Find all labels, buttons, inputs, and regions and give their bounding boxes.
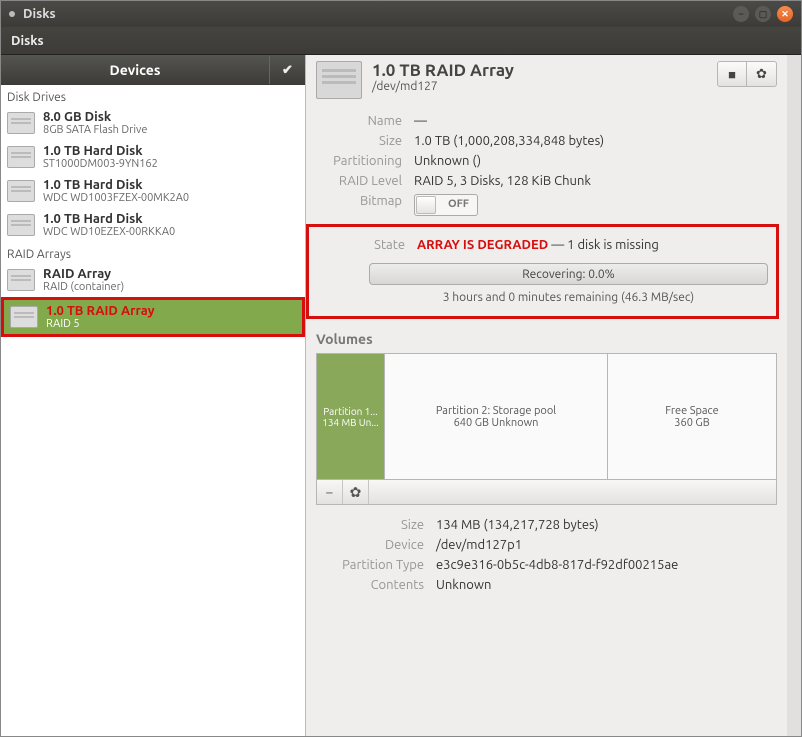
gear-icon: ✿ [756,67,767,82]
label-vol-device: Device [316,538,436,552]
gear-small-icon: ✿ [350,484,362,501]
disk-icon [7,180,35,202]
volumes-header: Volumes [316,331,777,347]
check-icon: ✔ [282,63,293,78]
label-raid-level: RAID Level [316,174,414,188]
bitmap-switch[interactable]: OFF [414,194,478,216]
volume-block-free[interactable]: Free Space 360 GB [608,354,776,479]
subheader-title: Disks [11,34,44,48]
maximize-button[interactable]: ▢ [755,6,771,22]
raid-item-selected[interactable]: 1.0 TB RAID Array RAID 5 [4,300,302,334]
raid-item[interactable]: RAID Array RAID (container) [1,263,305,297]
volume-block-partition1[interactable]: Partition 1... 134 MB Un... [317,354,385,479]
value-name: — [414,114,777,128]
recover-remaining: 3 hours and 0 minutes remaining (46.3 MB… [369,291,768,304]
label-vol-size: Size [316,518,436,532]
window-buttons: – ▢ ✕ [733,6,793,22]
device-title: 1.0 TB RAID Array [46,304,155,318]
device-subtitle: ST1000DM003-9YN162 [43,158,158,170]
label-bitmap: Bitmap [316,194,414,208]
devices-panel: Devices ✔ Disk Drives 8.0 GB Disk 8GB SA… [1,55,306,736]
raid-big-icon [316,61,362,99]
devices-check-button[interactable]: ✔ [269,56,305,84]
value-contents: Unknown [436,578,777,592]
device-item[interactable]: 8.0 GB Disk 8GB SATA Flash Drive [1,106,305,140]
stop-icon: ■ [728,67,736,82]
disk-icon [7,214,35,236]
value-partitioning: Unknown () [414,154,777,168]
page-title: 1.0 TB RAID Array [372,61,707,80]
state-annotation-box: State ARRAY IS DEGRADED — 1 disk is miss… [306,224,779,319]
device-item[interactable]: 1.0 TB Hard Disk WDC WD10EZEX-00RKKA0 [1,208,305,242]
section-raid-arrays: RAID Arrays [1,242,305,263]
details-panel: 1.0 TB RAID Array /dev/md127 ■ ✿ Name — [306,55,787,736]
state-missing-text: — 1 disk is missing [548,238,659,252]
stop-button[interactable]: ■ [717,61,747,87]
app-window: Disks – ▢ ✕ Disks Devices ✔ Disk Drives … [0,0,802,737]
app-menu-icon[interactable] [9,11,15,17]
devices-header: Devices ✔ [1,55,305,85]
state-degraded-text: ARRAY IS DEGRADED [417,238,548,252]
device-item[interactable]: 1.0 TB Hard Disk WDC WD1003FZEX-00MK2A0 [1,174,305,208]
device-subtitle: RAID (container) [43,281,124,293]
device-item[interactable]: 1.0 TB Hard Disk ST1000DM003-9YN162 [1,140,305,174]
settings-button[interactable]: ✿ [747,61,777,87]
volume-block-partition2[interactable]: Partition 2: Storage pool 640 GB Unknown [385,354,608,479]
app-subheader: Disks [1,27,801,55]
device-subtitle: WDC WD1003FZEX-00MK2A0 [43,192,189,204]
titlebar[interactable]: Disks – ▢ ✕ [1,1,801,27]
raid-icon [7,269,35,291]
label-size: Size [316,134,414,148]
recover-progress-label: Recovering: 0.0% [522,268,615,281]
label-contents: Contents [316,578,436,592]
label-partition-type: Partition Type [316,558,436,572]
disk-icon [7,112,35,134]
device-title: RAID Array [43,267,124,281]
switch-label: OFF [448,198,469,210]
volumes-toolbar: − ✿ [316,479,777,505]
highlighted-selection-annotation: 1.0 TB RAID Array RAID 5 [1,297,305,337]
minimize-button[interactable]: – [733,6,749,22]
label-state: State [319,238,417,252]
disk-icon [7,146,35,168]
value-partition-type: e3c9e316-0b5c-4db8-817d-f92df00215ae [436,558,777,572]
device-title: 1.0 TB Hard Disk [43,212,175,226]
window-title: Disks [23,7,733,21]
label-name: Name [316,114,414,128]
content-row: Devices ✔ Disk Drives 8.0 GB Disk 8GB SA… [1,55,801,736]
value-size: 1.0 TB (1,000,208,334,848 bytes) [414,134,777,148]
section-disk-drives: Disk Drives [1,85,305,106]
device-title: 8.0 GB Disk [43,110,147,124]
value-raid-level: RAID 5, 3 Disks, 128 KiB Chunk [414,174,777,188]
device-subtitle: RAID 5 [46,318,155,330]
raid-icon [10,306,38,328]
device-subtitle: 8GB SATA Flash Drive [43,124,147,136]
value-vol-size: 134 MB (134,217,728 bytes) [436,518,777,532]
device-title: 1.0 TB Hard Disk [43,178,189,192]
label-partitioning: Partitioning [316,154,414,168]
minus-icon: − [326,484,334,500]
volumes-chart: Partition 1... 134 MB Un... Partition 2:… [316,353,777,505]
device-title: 1.0 TB Hard Disk [43,144,158,158]
recover-progress: Recovering: 0.0% [369,263,768,285]
device-path: /dev/md127 [372,80,707,93]
devices-header-label: Devices [1,62,269,78]
device-subtitle: WDC WD10EZEX-00RKKA0 [43,226,175,238]
volume-settings-button[interactable]: ✿ [343,480,369,504]
close-button[interactable]: ✕ [777,6,793,22]
scrollbar[interactable] [787,55,801,736]
value-vol-device: /dev/md127p1 [436,538,777,552]
header-action-buttons: ■ ✿ [717,61,777,87]
volume-remove-button[interactable]: − [317,480,343,504]
switch-knob [416,196,436,214]
